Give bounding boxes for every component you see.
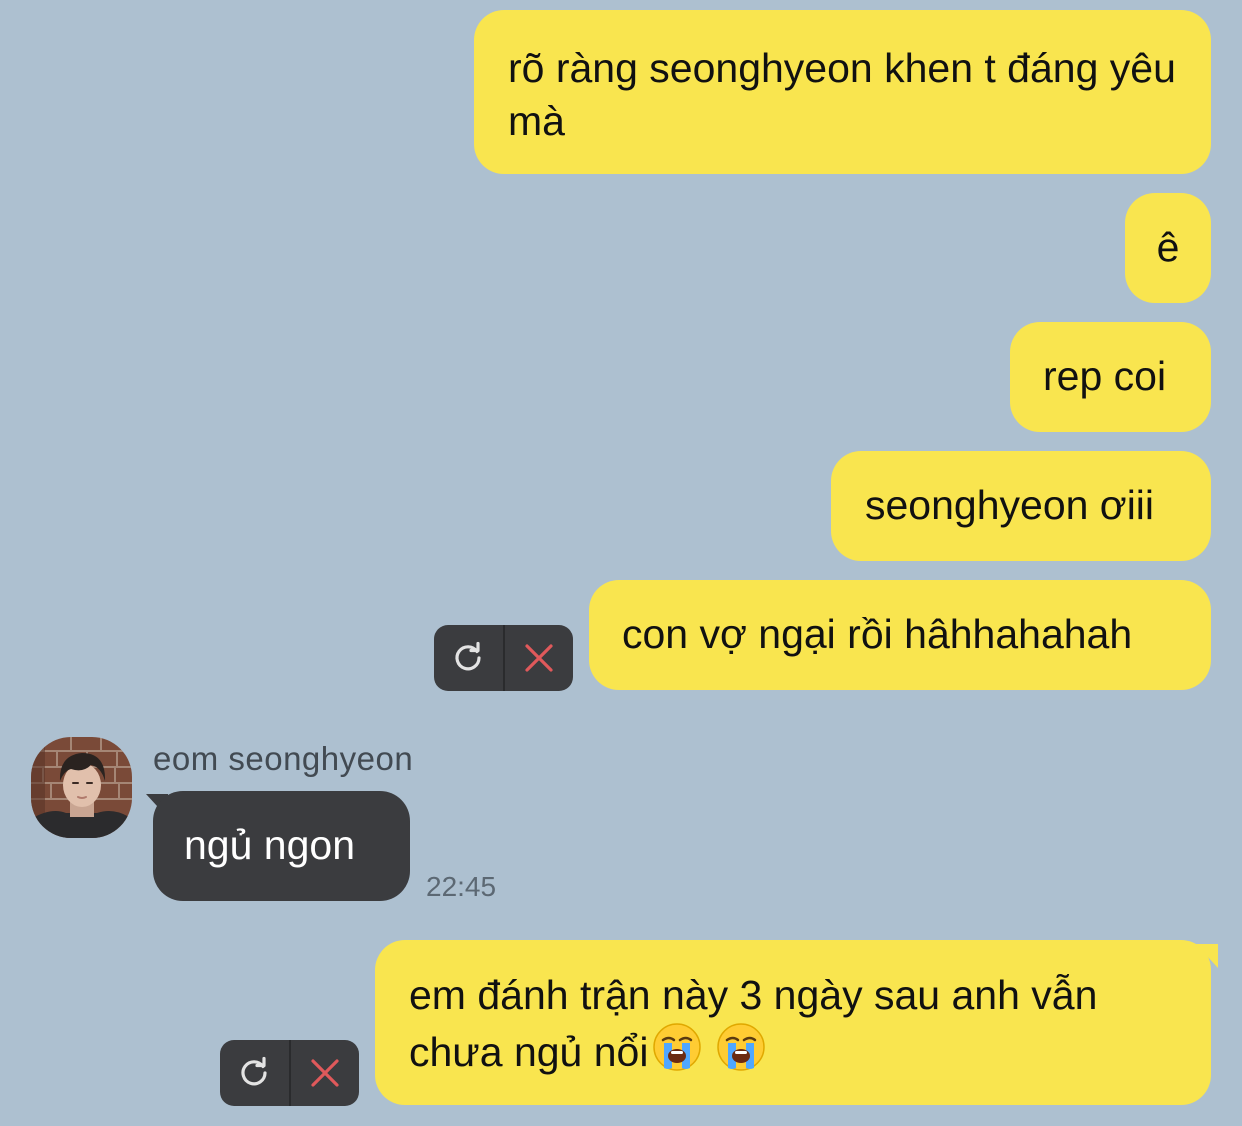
avatar-photo [31, 737, 132, 838]
message-text: ngủ ngon [184, 822, 356, 868]
message-time: 22:45 [426, 871, 497, 902]
delete-button[interactable] [502, 625, 574, 691]
message-text: rep coi [1043, 353, 1167, 399]
message-text: ê [1156, 224, 1180, 270]
message-text: con vợ ngại rồi hâhhahahah [622, 611, 1133, 657]
delete-icon [525, 644, 553, 672]
avatar[interactable] [31, 737, 132, 838]
failed-message-actions [220, 1040, 359, 1106]
retry-icon [241, 1056, 267, 1086]
outgoing-message[interactable]: seonghyeon ơiii [831, 451, 1211, 561]
outgoing-message[interactable]: con vợ ngại rồi hâhhahahah [589, 580, 1211, 690]
message-text: seonghyeon ơiii [865, 482, 1155, 528]
outgoing-message[interactable]: rõ ràng seonghyeon khen t đáng yêu mà [474, 10, 1211, 174]
retry-button[interactable] [434, 625, 503, 691]
loudly-crying-face-icon [652, 1022, 702, 1085]
delete-button[interactable] [288, 1040, 360, 1106]
delete-icon [311, 1059, 339, 1087]
failed-message-actions [434, 625, 573, 691]
outgoing-message[interactable]: em đánh trận này 3 ngày sau anh vẫn chưa… [375, 940, 1211, 1105]
message-text: rõ ràng seonghyeon khen t đáng yêu mà [508, 45, 1176, 144]
outgoing-message[interactable]: ê [1125, 193, 1211, 303]
sender-name: eom seonghyeon [153, 740, 414, 777]
loudly-crying-face-icon [716, 1022, 766, 1085]
incoming-message[interactable]: ngủ ngon [153, 791, 410, 901]
retry-button[interactable] [220, 1040, 289, 1106]
outgoing-message[interactable]: rep coi [1010, 322, 1211, 432]
retry-icon [455, 641, 481, 671]
